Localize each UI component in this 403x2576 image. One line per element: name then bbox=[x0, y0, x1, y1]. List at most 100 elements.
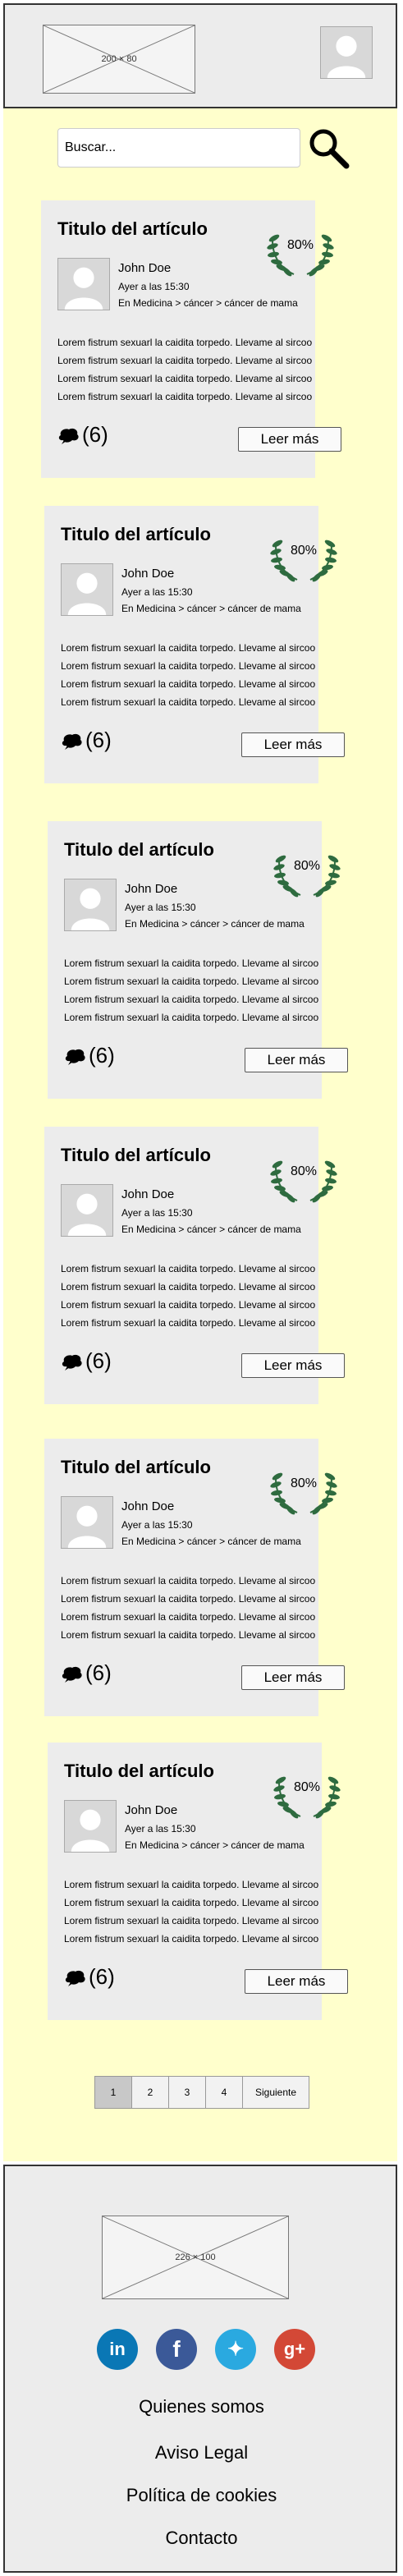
article-rating: 80% bbox=[290, 544, 318, 558]
comments-icon[interactable] bbox=[61, 732, 84, 751]
article-title[interactable]: Titulo del artículo bbox=[64, 1761, 214, 1782]
article-excerpt-line: Lorem fistrum sexuarl la caidita torpedo… bbox=[61, 1299, 316, 1311]
search-input[interactable] bbox=[57, 128, 300, 168]
article-date: Ayer a las 15:30 bbox=[125, 902, 196, 913]
footer-logo-size-label: 226 × 100 bbox=[175, 2252, 216, 2262]
read-more-button[interactable]: Leer más bbox=[245, 1969, 348, 1994]
article-excerpt-line: Lorem fistrum sexuarl la caidita torpedo… bbox=[61, 696, 316, 708]
read-more-button[interactable]: Leer más bbox=[241, 1665, 345, 1690]
article-title[interactable]: Titulo del artículo bbox=[57, 218, 208, 240]
comments-count[interactable]: (6) bbox=[89, 1964, 115, 1990]
footer-link-cookies[interactable]: Política de cookies bbox=[0, 2485, 403, 2506]
article-card: Titulo del artículo 80% John Doe Ayer a las… bbox=[48, 1743, 348, 2020]
author-avatar[interactable] bbox=[61, 563, 113, 616]
footer-link-contact[interactable]: Contacto bbox=[0, 2528, 403, 2549]
comments-count[interactable]: (6) bbox=[89, 1043, 115, 1068]
next-page-button[interactable]: Siguiente bbox=[242, 2076, 309, 2109]
article-excerpt-line: Lorem fistrum sexuarl la caidita torpedo… bbox=[64, 994, 319, 1005]
author-avatar[interactable] bbox=[61, 1184, 113, 1237]
article-excerpt-line: Lorem fistrum sexuarl la caidita torpedo… bbox=[61, 678, 316, 690]
comments-icon[interactable] bbox=[64, 1969, 87, 1987]
author-avatar[interactable] bbox=[57, 258, 110, 310]
pagination: 1 2 3 4 Siguiente bbox=[94, 2076, 309, 2109]
article-card: Titulo del artículo 80% John Doe Ayer a las… bbox=[48, 821, 348, 1099]
article-excerpt-line: Lorem fistrum sexuarl la caidita torpedo… bbox=[61, 1611, 316, 1623]
footer-link-about[interactable]: Quienes somos bbox=[0, 2396, 403, 2418]
article-card: Titulo del artículo 80% John Doe Ayer a las… bbox=[44, 506, 345, 783]
footer-logo[interactable]: 226 × 100 bbox=[102, 2216, 289, 2299]
article-excerpt-line: Lorem fistrum sexuarl la caidita torpedo… bbox=[61, 660, 316, 672]
author-name[interactable]: John Doe bbox=[125, 1803, 177, 1817]
read-more-button[interactable]: Leer más bbox=[241, 732, 345, 757]
read-more-button[interactable]: Leer más bbox=[238, 427, 341, 452]
comments-count[interactable]: (6) bbox=[85, 1348, 112, 1374]
article-excerpt-line: Lorem fistrum sexuarl la caidita torpedo… bbox=[61, 1263, 316, 1274]
article-excerpt-line: Lorem fistrum sexuarl la caidita torpedo… bbox=[57, 373, 313, 384]
article-excerpt-line: Lorem fistrum sexuarl la caidita torpedo… bbox=[61, 1317, 316, 1329]
article-excerpt-line: Lorem fistrum sexuarl la caidita torpedo… bbox=[57, 337, 313, 348]
article-date: Ayer a las 15:30 bbox=[121, 586, 193, 598]
article-rating: 80% bbox=[290, 1476, 318, 1490]
page-2-button[interactable]: 2 bbox=[131, 2076, 169, 2109]
logo-size-label: 200 × 80 bbox=[101, 54, 137, 64]
article-category-breadcrumb[interactable]: En Medicina > cáncer > cáncer de mama bbox=[118, 297, 298, 309]
article-excerpt-line: Lorem fistrum sexuarl la caidita torpedo… bbox=[61, 642, 316, 654]
article-category-breadcrumb[interactable]: En Medicina > cáncer > cáncer de mama bbox=[121, 1224, 301, 1235]
author-name[interactable]: John Doe bbox=[121, 567, 174, 581]
article-excerpt-line: Lorem fistrum sexuarl la caidita torpedo… bbox=[64, 1933, 319, 1945]
search-icon[interactable] bbox=[305, 125, 351, 171]
article-date: Ayer a las 15:30 bbox=[125, 1823, 196, 1834]
comments-count[interactable]: (6) bbox=[82, 422, 108, 448]
twitter-icon[interactable]: ✦ bbox=[215, 2329, 256, 2370]
linkedin-icon[interactable]: in bbox=[97, 2329, 138, 2370]
site-logo[interactable]: 200 × 80 bbox=[43, 25, 195, 94]
article-excerpt-line: Lorem fistrum sexuarl la caidita torpedo… bbox=[57, 355, 313, 366]
page-3-button[interactable]: 3 bbox=[168, 2076, 206, 2109]
page-1-button[interactable]: 1 bbox=[94, 2076, 132, 2109]
author-avatar[interactable] bbox=[64, 879, 117, 931]
read-more-button[interactable]: Leer más bbox=[245, 1048, 348, 1072]
comments-icon[interactable] bbox=[61, 1665, 84, 1683]
facebook-icon[interactable]: f bbox=[156, 2329, 197, 2370]
article-excerpt-line: Lorem fistrum sexuarl la caidita torpedo… bbox=[64, 1879, 319, 1890]
author-avatar[interactable] bbox=[64, 1800, 117, 1853]
article-excerpt-line: Lorem fistrum sexuarl la caidita torpedo… bbox=[61, 1629, 316, 1641]
article-rating: 80% bbox=[286, 238, 314, 252]
article-rating: 80% bbox=[290, 1164, 318, 1178]
article-card: Titulo del artículo 80% John Doe Ayer a las… bbox=[41, 200, 341, 478]
footer-link-legal[interactable]: Aviso Legal bbox=[0, 2442, 403, 2464]
article-title[interactable]: Titulo del artículo bbox=[64, 839, 214, 861]
article-date: Ayer a las 15:30 bbox=[121, 1207, 193, 1219]
article-excerpt-line: Lorem fistrum sexuarl la caidita torpedo… bbox=[57, 391, 313, 402]
author-name[interactable]: John Doe bbox=[121, 1499, 174, 1513]
author-avatar[interactable] bbox=[61, 1496, 113, 1549]
article-excerpt-line: Lorem fistrum sexuarl la caidita torpedo… bbox=[64, 1915, 319, 1926]
comments-icon[interactable] bbox=[61, 1353, 84, 1371]
author-name[interactable]: John Doe bbox=[118, 261, 171, 275]
article-excerpt-line: Lorem fistrum sexuarl la caidita torpedo… bbox=[61, 1593, 316, 1605]
comments-icon[interactable] bbox=[64, 1048, 87, 1066]
article-card: Titulo del artículo 80% John Doe Ayer a las… bbox=[44, 1127, 345, 1404]
article-date: Ayer a las 15:30 bbox=[118, 281, 190, 292]
article-excerpt-line: Lorem fistrum sexuarl la caidita torpedo… bbox=[61, 1575, 316, 1586]
comments-icon[interactable] bbox=[57, 427, 80, 445]
article-title[interactable]: Titulo del artículo bbox=[61, 1145, 211, 1166]
author-name[interactable]: John Doe bbox=[125, 882, 177, 896]
googleplus-icon[interactable]: g+ bbox=[274, 2329, 315, 2370]
article-category-breadcrumb[interactable]: En Medicina > cáncer > cáncer de mama bbox=[125, 918, 305, 930]
article-title[interactable]: Titulo del artículo bbox=[61, 524, 211, 545]
comments-count[interactable]: (6) bbox=[85, 1660, 112, 1686]
user-avatar[interactable] bbox=[320, 26, 373, 79]
author-name[interactable]: John Doe bbox=[121, 1187, 174, 1201]
article-excerpt-line: Lorem fistrum sexuarl la caidita torpedo… bbox=[64, 957, 319, 969]
article-title[interactable]: Titulo del artículo bbox=[61, 1457, 211, 1478]
page-4-button[interactable]: 4 bbox=[205, 2076, 243, 2109]
article-category-breadcrumb[interactable]: En Medicina > cáncer > cáncer de mama bbox=[121, 603, 301, 614]
article-category-breadcrumb[interactable]: En Medicina > cáncer > cáncer de mama bbox=[121, 1536, 301, 1547]
article-rating: 80% bbox=[293, 1780, 321, 1794]
comments-count[interactable]: (6) bbox=[85, 728, 112, 753]
article-category-breadcrumb[interactable]: En Medicina > cáncer > cáncer de mama bbox=[125, 1839, 305, 1851]
article-rating: 80% bbox=[293, 859, 321, 873]
read-more-button[interactable]: Leer más bbox=[241, 1353, 345, 1378]
article-excerpt-line: Lorem fistrum sexuarl la caidita torpedo… bbox=[64, 976, 319, 987]
